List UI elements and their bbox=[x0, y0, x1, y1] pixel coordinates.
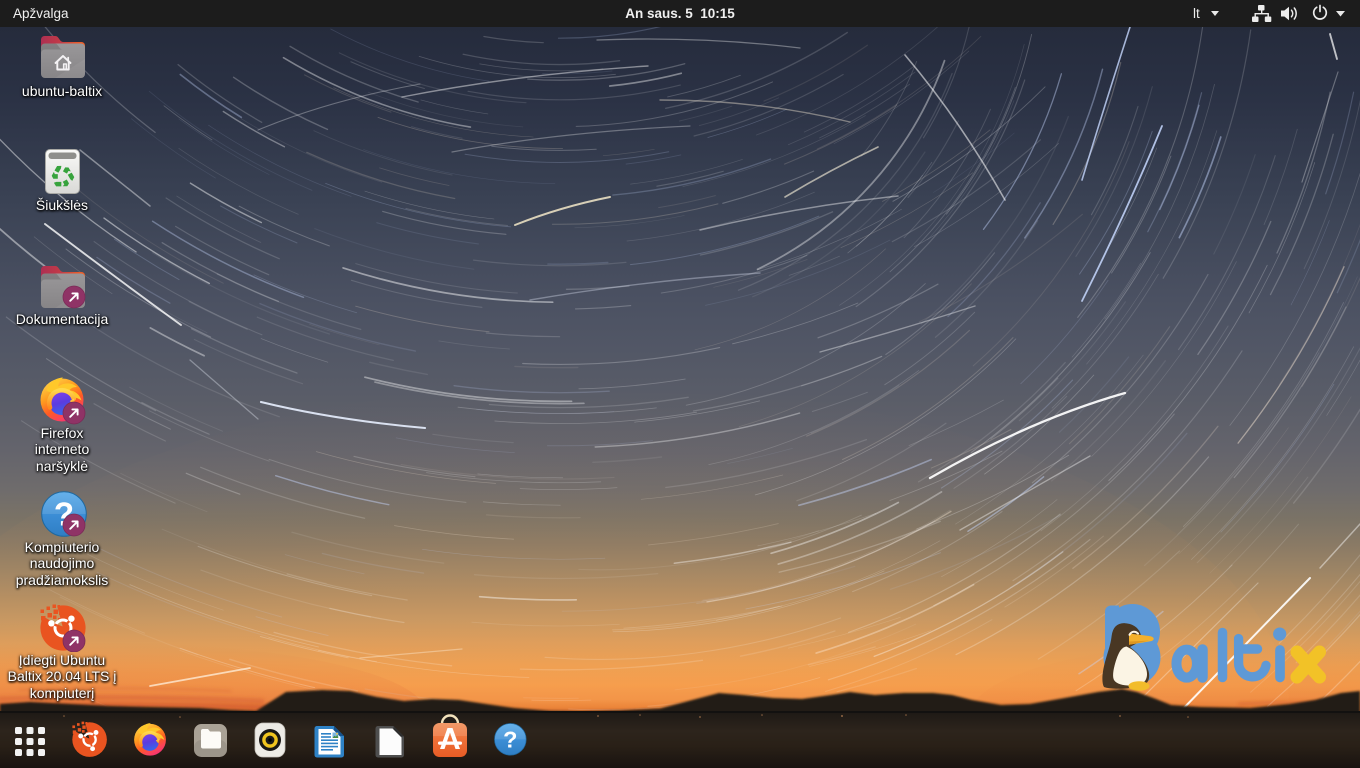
svg-text:lt: lt bbox=[1193, 6, 1200, 21]
